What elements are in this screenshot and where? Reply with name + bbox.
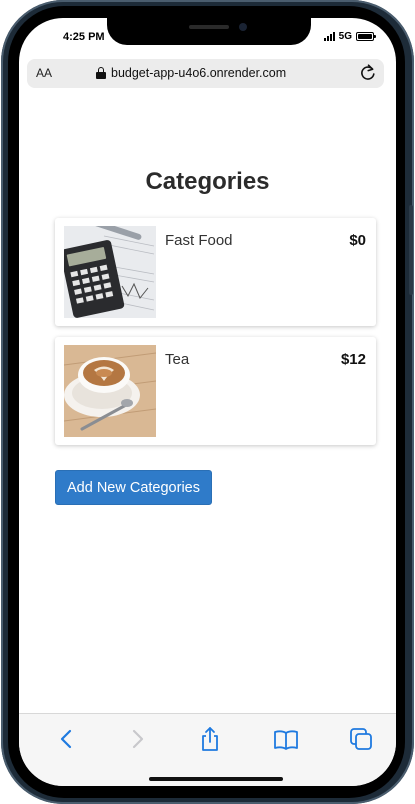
status-bar: 4:25 PM 5G [19,18,396,60]
category-amount: $0 [349,232,366,249]
status-indicators: 5G [323,31,376,42]
category-card-tea[interactable]: Tea $12 [55,337,376,445]
category-name: Tea [165,351,190,368]
back-icon[interactable] [54,726,80,752]
category-amount: $12 [340,351,366,368]
text-size-button[interactable]: AA [36,66,52,80]
browser-toolbar [19,713,396,786]
url-text: budget-app-u4o6.onrender.com [111,66,287,80]
category-image-coffee [64,345,156,437]
power-button [409,205,413,295]
speaker [189,25,229,29]
category-image-calculator [64,226,156,318]
reload-icon[interactable] [358,63,378,83]
share-icon[interactable] [197,726,223,752]
add-new-categories-button[interactable]: Add New Categories [55,470,212,505]
front-camera [239,23,247,31]
signal-icon [323,32,335,41]
network-label: 5G [338,31,352,42]
page-title: Categories [145,168,270,195]
lock-icon [96,67,106,79]
screen: 4:25 PM 5G AA budget-app-u4o6.onrender.c… [19,18,396,786]
bookmarks-icon[interactable] [273,726,299,752]
notch [107,18,311,45]
url-display[interactable]: budget-app-u4o6.onrender.com [96,66,286,80]
category-card-fast-food[interactable]: Fast Food $0 [55,218,376,326]
status-time: 4:25 PM [63,31,105,43]
forward-icon[interactable] [124,726,150,752]
tabs-icon[interactable] [348,726,374,752]
battery-icon [356,32,376,41]
category-name: Fast Food [165,232,233,249]
home-indicator[interactable] [149,777,283,781]
address-bar[interactable]: AA budget-app-u4o6.onrender.com [27,59,384,88]
